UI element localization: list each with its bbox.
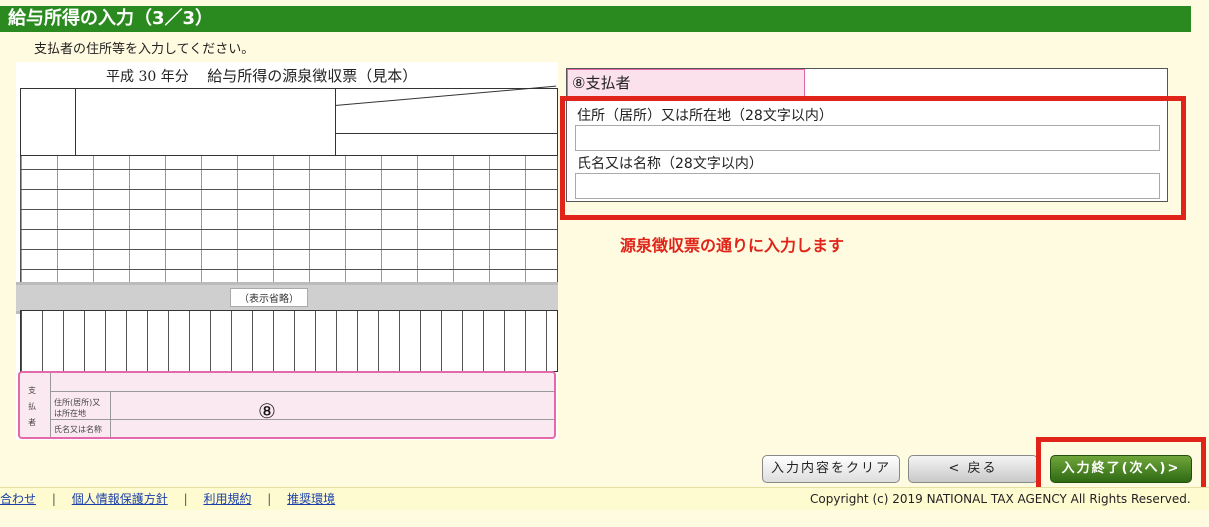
copyright: Copyright (c) 2019 NATIONAL TAX AGENCY A… [810, 492, 1191, 506]
payer-section-title: ⑧支払者 [567, 69, 805, 97]
sample-payer-box: 支払者 住所(居所)又は所在地 氏名又は名称 ⑧ [18, 371, 556, 439]
clear-button[interactable]: 入力内容をクリア [762, 455, 900, 483]
footer-link-environment[interactable]: 推奨環境 [287, 492, 335, 506]
sample-circle-number: ⑧ [258, 399, 276, 423]
sample-payer-side-label: 支払者 [28, 386, 36, 427]
footer: 合わせ | 個人情報保護方針 | 利用規約 | 推奨環境 Copyright (… [0, 487, 1209, 510]
footer-link-privacy[interactable]: 個人情報保護方針 [72, 492, 168, 506]
page-title: 給与所得の入力（3／3） [8, 8, 214, 29]
sample-bottom-grid [20, 310, 558, 372]
footer-link-terms[interactable]: 利用規約 [203, 492, 251, 506]
sample-payer-addr-label: 住所(居所)又は所在地 [54, 398, 101, 418]
page-instructions: 支払者の住所等を入力してください。 [34, 42, 255, 57]
omitted-label: （表示省略） [230, 288, 308, 307]
instruction-note: 源泉徴収票の通りに入力します [620, 236, 845, 255]
sample-recipient-section [20, 85, 558, 156]
page-header: 給与所得の入力（3／3） [0, 6, 1191, 32]
sample-title: 平成 30 年分 給与所得の源泉徴収票（見本） [106, 67, 418, 85]
sample-payer-name-label: 氏名又は名称 [54, 425, 102, 434]
sample-withholding-slip: 平成 30 年分 給与所得の源泉徴収票（見本） （表示省略） 支払者 住所(居所… [16, 62, 558, 440]
footer-link-contact[interactable]: 合わせ [0, 492, 36, 506]
sample-form-title: 給与所得の源泉徴収票（見本） [207, 67, 418, 85]
back-button[interactable]: < 戻る [908, 455, 1038, 483]
input-highlight-frame [560, 96, 1186, 220]
